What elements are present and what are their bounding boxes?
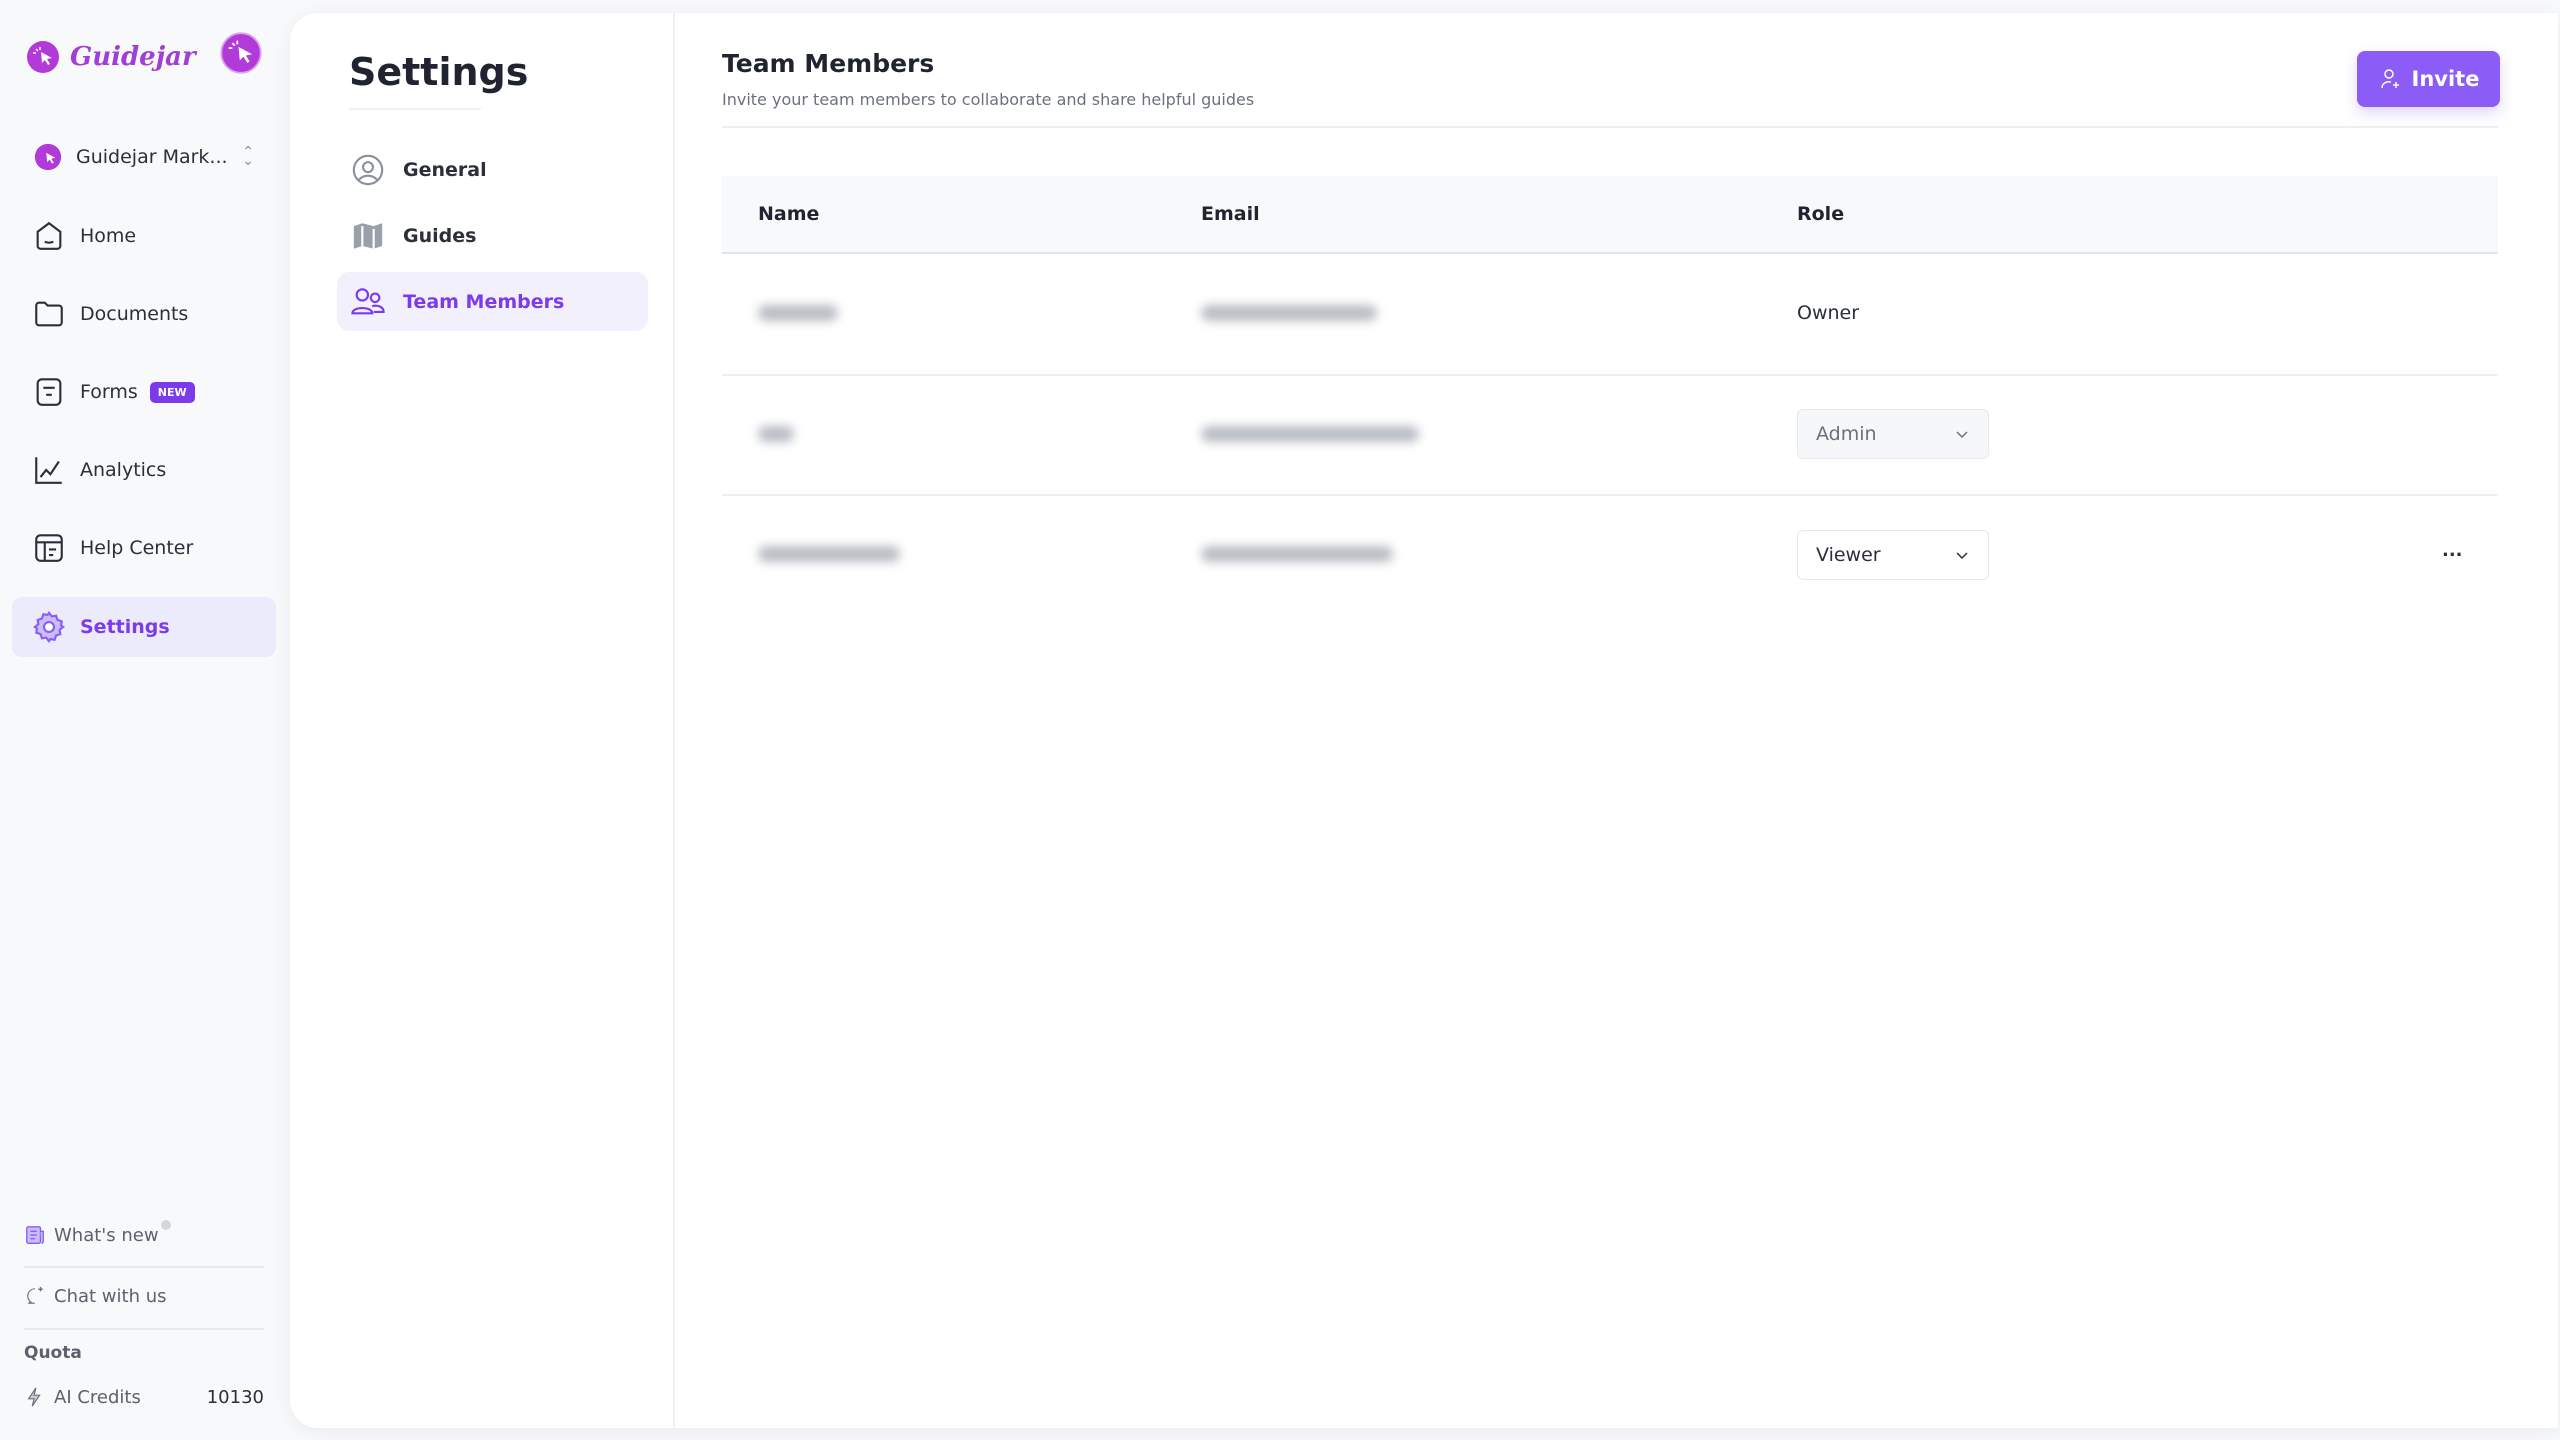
invite-button[interactable]: Invite — [2357, 51, 2500, 107]
header-divider — [722, 126, 2498, 128]
whats-new-label: What's new — [54, 1224, 159, 1246]
workspace-switcher[interactable]: Guidejar Mark... ⌃ ⌄ — [34, 143, 254, 171]
title-underline — [349, 108, 481, 110]
sidebar-item-label: Settings — [80, 616, 170, 638]
column-header-role: Role — [1797, 203, 1845, 225]
more-options-button[interactable]: ... — [2438, 536, 2467, 565]
row-divider — [722, 374, 2498, 376]
user-circle-icon — [352, 154, 384, 185]
role-select-value: Viewer — [1816, 544, 1881, 566]
divider — [24, 1266, 264, 1268]
logo-icon — [27, 41, 59, 73]
workspace-icon — [34, 143, 62, 171]
member-email-redacted — [1201, 426, 1419, 442]
gear-icon — [33, 611, 65, 643]
settings-nav-team-members[interactable]: Team Members — [337, 272, 648, 331]
member-name-redacted — [758, 546, 900, 562]
sidebar-item-home[interactable]: Home — [12, 206, 276, 266]
settings-nav-label: General — [403, 158, 487, 181]
settings-title: Settings — [349, 50, 529, 94]
logo[interactable]: Guidejar — [26, 40, 196, 74]
role-select[interactable]: Admin — [1797, 409, 1989, 459]
chevron-down-icon — [1956, 552, 1968, 560]
notification-dot — [160, 1220, 171, 1230]
lightning-icon — [27, 1387, 41, 1407]
home-icon — [36, 221, 62, 250]
column-header-email: Email — [1201, 203, 1260, 225]
sidebar-item-label: Forms — [80, 381, 138, 403]
role-select[interactable]: Viewer — [1797, 530, 1989, 580]
ai-credits-label: AI Credits — [54, 1386, 141, 1408]
settings-nav-label: Guides — [403, 224, 477, 247]
column-header-name: Name — [758, 203, 820, 225]
member-name-redacted — [758, 426, 794, 442]
table-header — [722, 176, 2498, 254]
ai-credits-row: AI Credits 10130 — [24, 1386, 264, 1408]
newspaper-icon — [26, 1226, 44, 1244]
help-center-icon — [35, 534, 63, 562]
settings-nav-divider — [673, 13, 675, 1428]
settings-nav-guides[interactable]: Guides — [337, 206, 648, 265]
role-select-value: Admin — [1816, 423, 1877, 445]
chat-link[interactable]: Chat with us — [24, 1285, 166, 1307]
row-divider — [722, 494, 2498, 496]
workspace-name: Guidejar Mark... — [76, 146, 228, 168]
member-email-redacted — [1201, 305, 1377, 321]
section-title: Team Members — [722, 49, 935, 78]
whats-new-link[interactable]: What's new — [24, 1220, 171, 1246]
sidebar-item-analytics[interactable]: Analytics — [12, 440, 276, 500]
chart-icon — [35, 457, 62, 484]
invite-label: Invite — [2411, 67, 2480, 91]
user-avatar[interactable] — [220, 32, 262, 78]
sidebar-item-label: Documents — [80, 303, 189, 325]
users-icon — [351, 287, 385, 314]
role-text: Owner — [1797, 302, 1860, 324]
new-badge: NEW — [149, 381, 195, 403]
folder-icon — [35, 301, 63, 327]
sidebar-item-label: Home — [80, 225, 137, 247]
sidebar-item-label: Analytics — [80, 459, 167, 481]
section-subtitle: Invite your team members to collaborate … — [722, 90, 1255, 109]
sidebar-item-label: Help Center — [80, 537, 194, 559]
sidebar-item-documents[interactable]: Documents — [12, 284, 276, 344]
chevron-down-icon — [1956, 431, 1968, 439]
chat-label: Chat with us — [54, 1285, 167, 1307]
map-icon — [353, 222, 383, 249]
sidebar-item-forms[interactable]: Forms NEW — [12, 362, 276, 422]
sidebar-item-settings[interactable]: Settings — [12, 597, 276, 657]
quota-heading: Quota — [24, 1343, 82, 1363]
user-plus-icon — [2380, 69, 2399, 89]
form-icon — [36, 378, 62, 406]
chevron-up-down-icon: ⌃ ⌄ — [242, 144, 254, 169]
sidebar-item-help-center[interactable]: Help Center — [12, 518, 276, 578]
settings-nav-general[interactable]: General — [337, 140, 648, 199]
settings-nav-label: Team Members — [403, 290, 565, 313]
member-email-redacted — [1201, 546, 1393, 562]
member-name-redacted — [758, 305, 838, 321]
divider — [24, 1328, 264, 1330]
chat-icon — [27, 1286, 43, 1304]
ai-credits-value: 10130 — [206, 1386, 264, 1408]
